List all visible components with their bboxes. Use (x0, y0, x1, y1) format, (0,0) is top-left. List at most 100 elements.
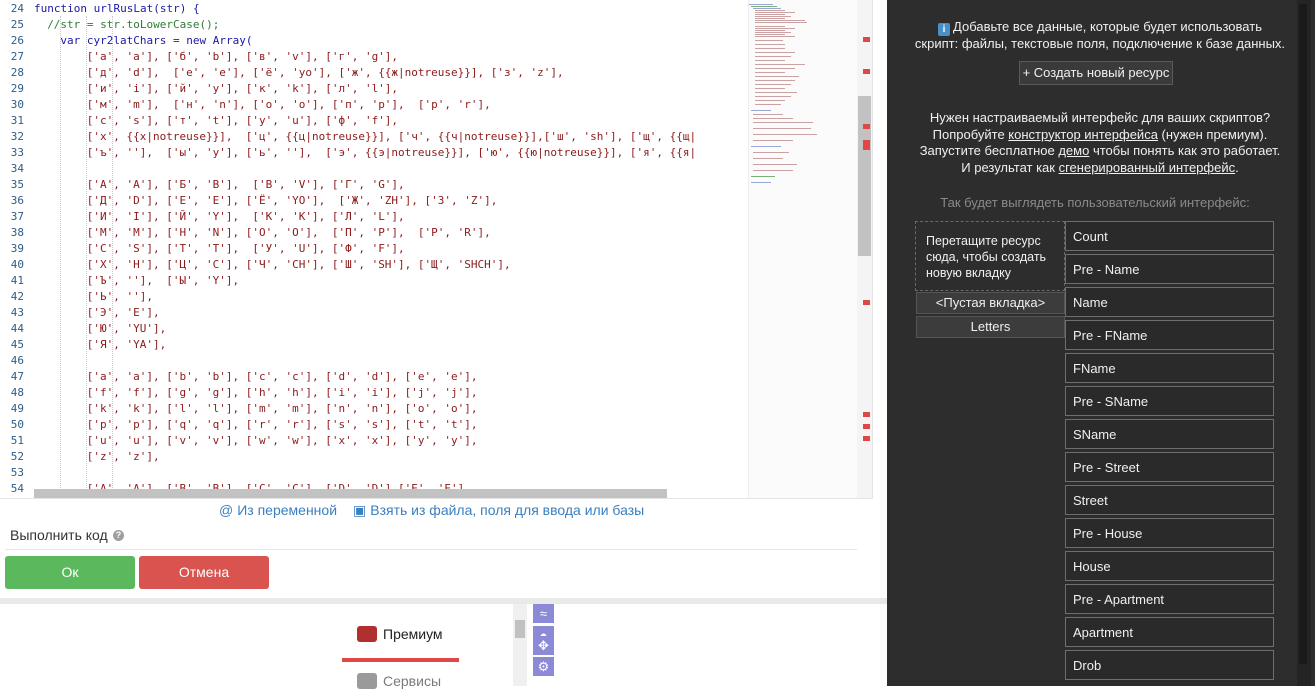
minimap-line (755, 32, 791, 33)
menu-scroll-thumb[interactable] (515, 620, 525, 638)
line-number: 40 (10, 258, 24, 271)
line-number: 41 (10, 274, 24, 287)
tab-letters[interactable]: Letters (916, 316, 1065, 338)
minimap-line (755, 80, 795, 81)
code-area[interactable]: function urlRusLat(str) {//str = str.toL… (34, 0, 746, 498)
database-icon: ▣ (353, 502, 367, 518)
line-number: 46 (10, 354, 24, 367)
resource-item[interactable]: Pre - SName (1065, 386, 1274, 416)
resource-item[interactable]: Apartment (1065, 617, 1274, 647)
line-number: 33 (10, 146, 24, 159)
minimap-line (749, 4, 773, 5)
line-number: 36 (10, 194, 24, 207)
error-marker (863, 124, 870, 129)
minimap-line (755, 104, 781, 105)
resource-item[interactable]: SName (1065, 419, 1274, 449)
code-line: ['z', 'z'], (86, 450, 160, 463)
line-number: 45 (10, 338, 24, 351)
code-line: ['Ю', 'YU'], (86, 322, 167, 335)
code-editor[interactable]: 24 25 26 27 28 29 30 31 32 33 34 35 36 37 38 39 40 41 42 43… (0, 0, 873, 499)
resource-item[interactable]: Pre - Apartment (1065, 584, 1274, 614)
interface-builder-link[interactable]: конструктор интерфейса (1008, 127, 1158, 142)
code-line: //str = str.toLowerCase(); (47, 18, 220, 31)
at-icon: @ (219, 502, 234, 518)
line-number: 50 (10, 418, 24, 431)
code-line: ['и', 'i'], ['й', 'y'], ['к', 'k'], ['л'… (86, 82, 399, 95)
resource-item[interactable]: House (1065, 551, 1274, 581)
menu-item-services[interactable]: Сервисы (357, 673, 441, 689)
minimap-line (755, 48, 785, 49)
minimap-line (755, 14, 785, 15)
wifi-icon[interactable]: ≈ (533, 604, 554, 623)
panel-scroll-thumb[interactable] (1299, 4, 1307, 664)
line-number: 31 (10, 114, 24, 127)
code-line: ['И', 'I'], ['Й', 'Y'], ['К', 'K'], ['Л'… (86, 210, 405, 223)
bottom-menu (0, 598, 888, 692)
demo-link[interactable]: демо (1058, 143, 1089, 158)
expand-icon[interactable]: ✥ (533, 636, 554, 655)
code-line: ['Х', 'H'], ['Ц', 'C'], ['Ч', 'CH'], ['Ш… (86, 258, 511, 271)
minimap-line (751, 110, 771, 111)
minimap-line (755, 56, 791, 57)
resource-item[interactable]: Pre - Name (1065, 254, 1274, 284)
run-code-label: Выполнить код (10, 527, 108, 543)
line-number: 37 (10, 210, 24, 223)
minimap-line (755, 34, 785, 35)
line-number: 32 (10, 130, 24, 143)
line-number: 43 (10, 306, 24, 319)
line-number: 47 (10, 370, 24, 383)
line-number-gutter: 24 25 26 27 28 29 30 31 32 33 34 35 36 37 38 39 40 41 42 43… (0, 0, 30, 498)
create-resource-button[interactable]: + Создать новый ресурс (1019, 61, 1173, 85)
minimap-line (755, 20, 805, 21)
resource-item[interactable]: Count (1065, 221, 1274, 251)
cancel-button[interactable]: Отмена (139, 556, 269, 589)
line-number: 51 (10, 434, 24, 447)
menu-scrollbar[interactable] (513, 604, 527, 686)
minimap-line (751, 6, 777, 7)
minimap-line (753, 152, 789, 153)
error-marker (863, 436, 870, 441)
minimap-line (755, 60, 785, 61)
resource-item[interactable]: Pre - House (1065, 518, 1274, 548)
resource-item[interactable]: Pre - Street (1065, 452, 1274, 482)
resource-item[interactable]: FName (1065, 353, 1274, 383)
line-number: 35 (10, 178, 24, 191)
error-marker (863, 424, 870, 429)
code-line: ['k', 'k'], ['l', 'l'], ['m', 'm'], ['n'… (86, 402, 478, 415)
error-marker (863, 412, 870, 417)
from-variable-link[interactable]: @ Из переменной (219, 502, 337, 518)
active-tab-indicator (342, 658, 459, 662)
resource-item[interactable]: Drob (1065, 650, 1274, 680)
minimap-line (755, 30, 785, 31)
code-line: ['д', 'd'], ['е', 'e'], ['ё', 'yo'], ['ж… (86, 66, 564, 79)
resource-item[interactable]: Street (1065, 485, 1274, 515)
code-line: ['с', 's'], ['т', 't'], ['у', 'u'], ['ф'… (86, 114, 399, 127)
gear-icon[interactable]: ⚙ (533, 657, 554, 676)
code-minimap[interactable] (748, 0, 857, 498)
code-line: ['М', 'M'], ['Н', 'N'], ['О', 'O'], ['П'… (86, 226, 491, 239)
indent-guide (60, 16, 62, 498)
line-number: 24 (10, 2, 24, 15)
minimap-line (755, 36, 795, 37)
code-line: ['Ь', ''], (86, 290, 154, 303)
minimap-line (751, 176, 775, 177)
custom-ui-promo: Нужен настраиваемый интерфейс для ваших … (919, 110, 1281, 175)
editor-horizontal-scrollbar[interactable] (34, 489, 667, 498)
menu-item-premium[interactable]: Премиум (357, 626, 443, 642)
resource-item[interactable]: Name (1065, 287, 1274, 317)
line-number: 49 (10, 402, 24, 415)
minimap-line (755, 10, 785, 11)
line-number: 28 (10, 66, 24, 79)
editor-scroll-thumb[interactable] (858, 96, 871, 256)
tab-empty[interactable]: <Пустая вкладка> (916, 292, 1065, 314)
drop-zone-text: Перетащите ресурс сюда, чтобы создать но… (926, 234, 1047, 280)
code-line: ['С', 'S'], ['Т', 'T'], ['У', 'U'], ['Ф'… (86, 242, 405, 255)
from-file-link[interactable]: ▣ Взять из файла, поля для ввода или базы (353, 502, 644, 519)
error-marker (863, 300, 870, 305)
help-icon[interactable]: ? (113, 530, 124, 541)
minimap-line (753, 114, 783, 115)
ok-button[interactable]: Ок (5, 556, 135, 589)
resource-item[interactable]: Pre - FName (1065, 320, 1274, 350)
generated-interface-link[interactable]: сгенерированный интерфейс (1059, 160, 1236, 175)
minimap-line (755, 28, 795, 29)
